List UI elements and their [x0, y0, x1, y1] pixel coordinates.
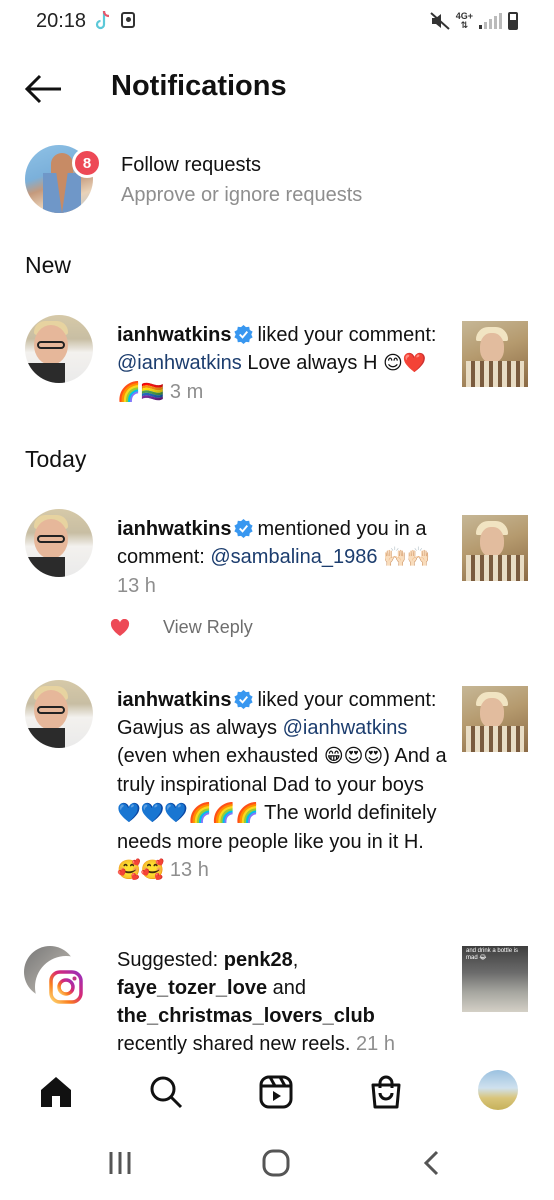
follow-requests-subtitle: Approve or ignore requests — [121, 184, 363, 206]
notification-text[interactable]: ianhwatkins liked your comment: @ianhwatk… — [117, 321, 447, 407]
follow-requests-badge: 8 — [72, 148, 102, 178]
bottom-nav — [0, 1064, 554, 1120]
username[interactable]: the_christmas_lovers_club — [117, 1005, 375, 1027]
reel-thumbnail[interactable]: and drink a bottle is mad 😂 — [462, 946, 528, 1012]
network-type: 4G+ ⇅ — [455, 11, 473, 30]
system-back-icon[interactable] — [412, 1146, 452, 1180]
reels-icon[interactable] — [256, 1072, 296, 1112]
instagram-logo-icon — [37, 958, 95, 1016]
user-avatar[interactable] — [25, 680, 93, 748]
signal-icon — [479, 13, 502, 29]
notification-time: 13 h — [169, 859, 209, 881]
section-new: New — [25, 252, 72, 278]
section-today: Today — [25, 446, 87, 472]
like-heart-icon[interactable] — [110, 619, 130, 637]
search-icon[interactable] — [146, 1072, 186, 1112]
verified-badge-icon — [234, 325, 254, 344]
user-avatar[interactable] — [25, 315, 93, 383]
verified-badge-icon — [234, 690, 254, 709]
username[interactable]: ianhwatkins — [117, 689, 231, 711]
verified-badge-icon — [234, 519, 254, 538]
status-bar: 20:18 4G+ ⇅ — [0, 0, 554, 44]
view-reply-button[interactable]: View Reply — [163, 617, 253, 638]
post-thumbnail[interactable] — [462, 686, 528, 752]
system-nav-bar — [0, 1120, 554, 1200]
mention-link[interactable]: @sambalina_1986 — [210, 546, 377, 568]
post-thumbnail[interactable] — [462, 515, 528, 581]
username[interactable]: ianhwatkins — [117, 518, 231, 540]
notification-time: 3 m — [169, 381, 204, 403]
notification-app-icon — [121, 12, 135, 28]
username[interactable]: faye_tozer_love — [117, 977, 267, 999]
shop-icon[interactable] — [366, 1072, 406, 1112]
notification-text[interactable]: ianhwatkins mentioned you in a comment: @… — [117, 515, 447, 600]
follow-requests-title: Follow requests — [121, 154, 262, 176]
notification-time: 21 h — [356, 1033, 395, 1055]
notification-text[interactable]: ianhwatkins liked your comment: Gawjus as… — [117, 686, 447, 885]
mention-link[interactable]: @ianhwatkins — [117, 352, 242, 374]
system-home-icon[interactable] — [256, 1146, 296, 1180]
username[interactable]: penk28 — [224, 949, 293, 971]
profile-avatar[interactable] — [478, 1070, 518, 1110]
status-time: 20:18 — [36, 10, 87, 32]
battery-icon — [508, 12, 518, 30]
post-thumbnail[interactable] — [462, 321, 528, 387]
tiktok-icon — [95, 10, 110, 30]
notification-time: 13 h — [117, 575, 156, 597]
mute-icon — [430, 12, 450, 30]
recents-icon[interactable] — [100, 1146, 140, 1180]
home-icon[interactable] — [36, 1072, 76, 1112]
user-avatar[interactable] — [25, 509, 93, 577]
mention-link[interactable]: @ianhwatkins — [283, 717, 408, 739]
back-arrow-icon[interactable] — [24, 72, 64, 106]
page-title: Notifications — [111, 70, 287, 102]
username[interactable]: ianhwatkins — [117, 324, 231, 346]
notification-text[interactable]: Suggested: penk28, faye_tozer_love and t… — [117, 946, 447, 1058]
